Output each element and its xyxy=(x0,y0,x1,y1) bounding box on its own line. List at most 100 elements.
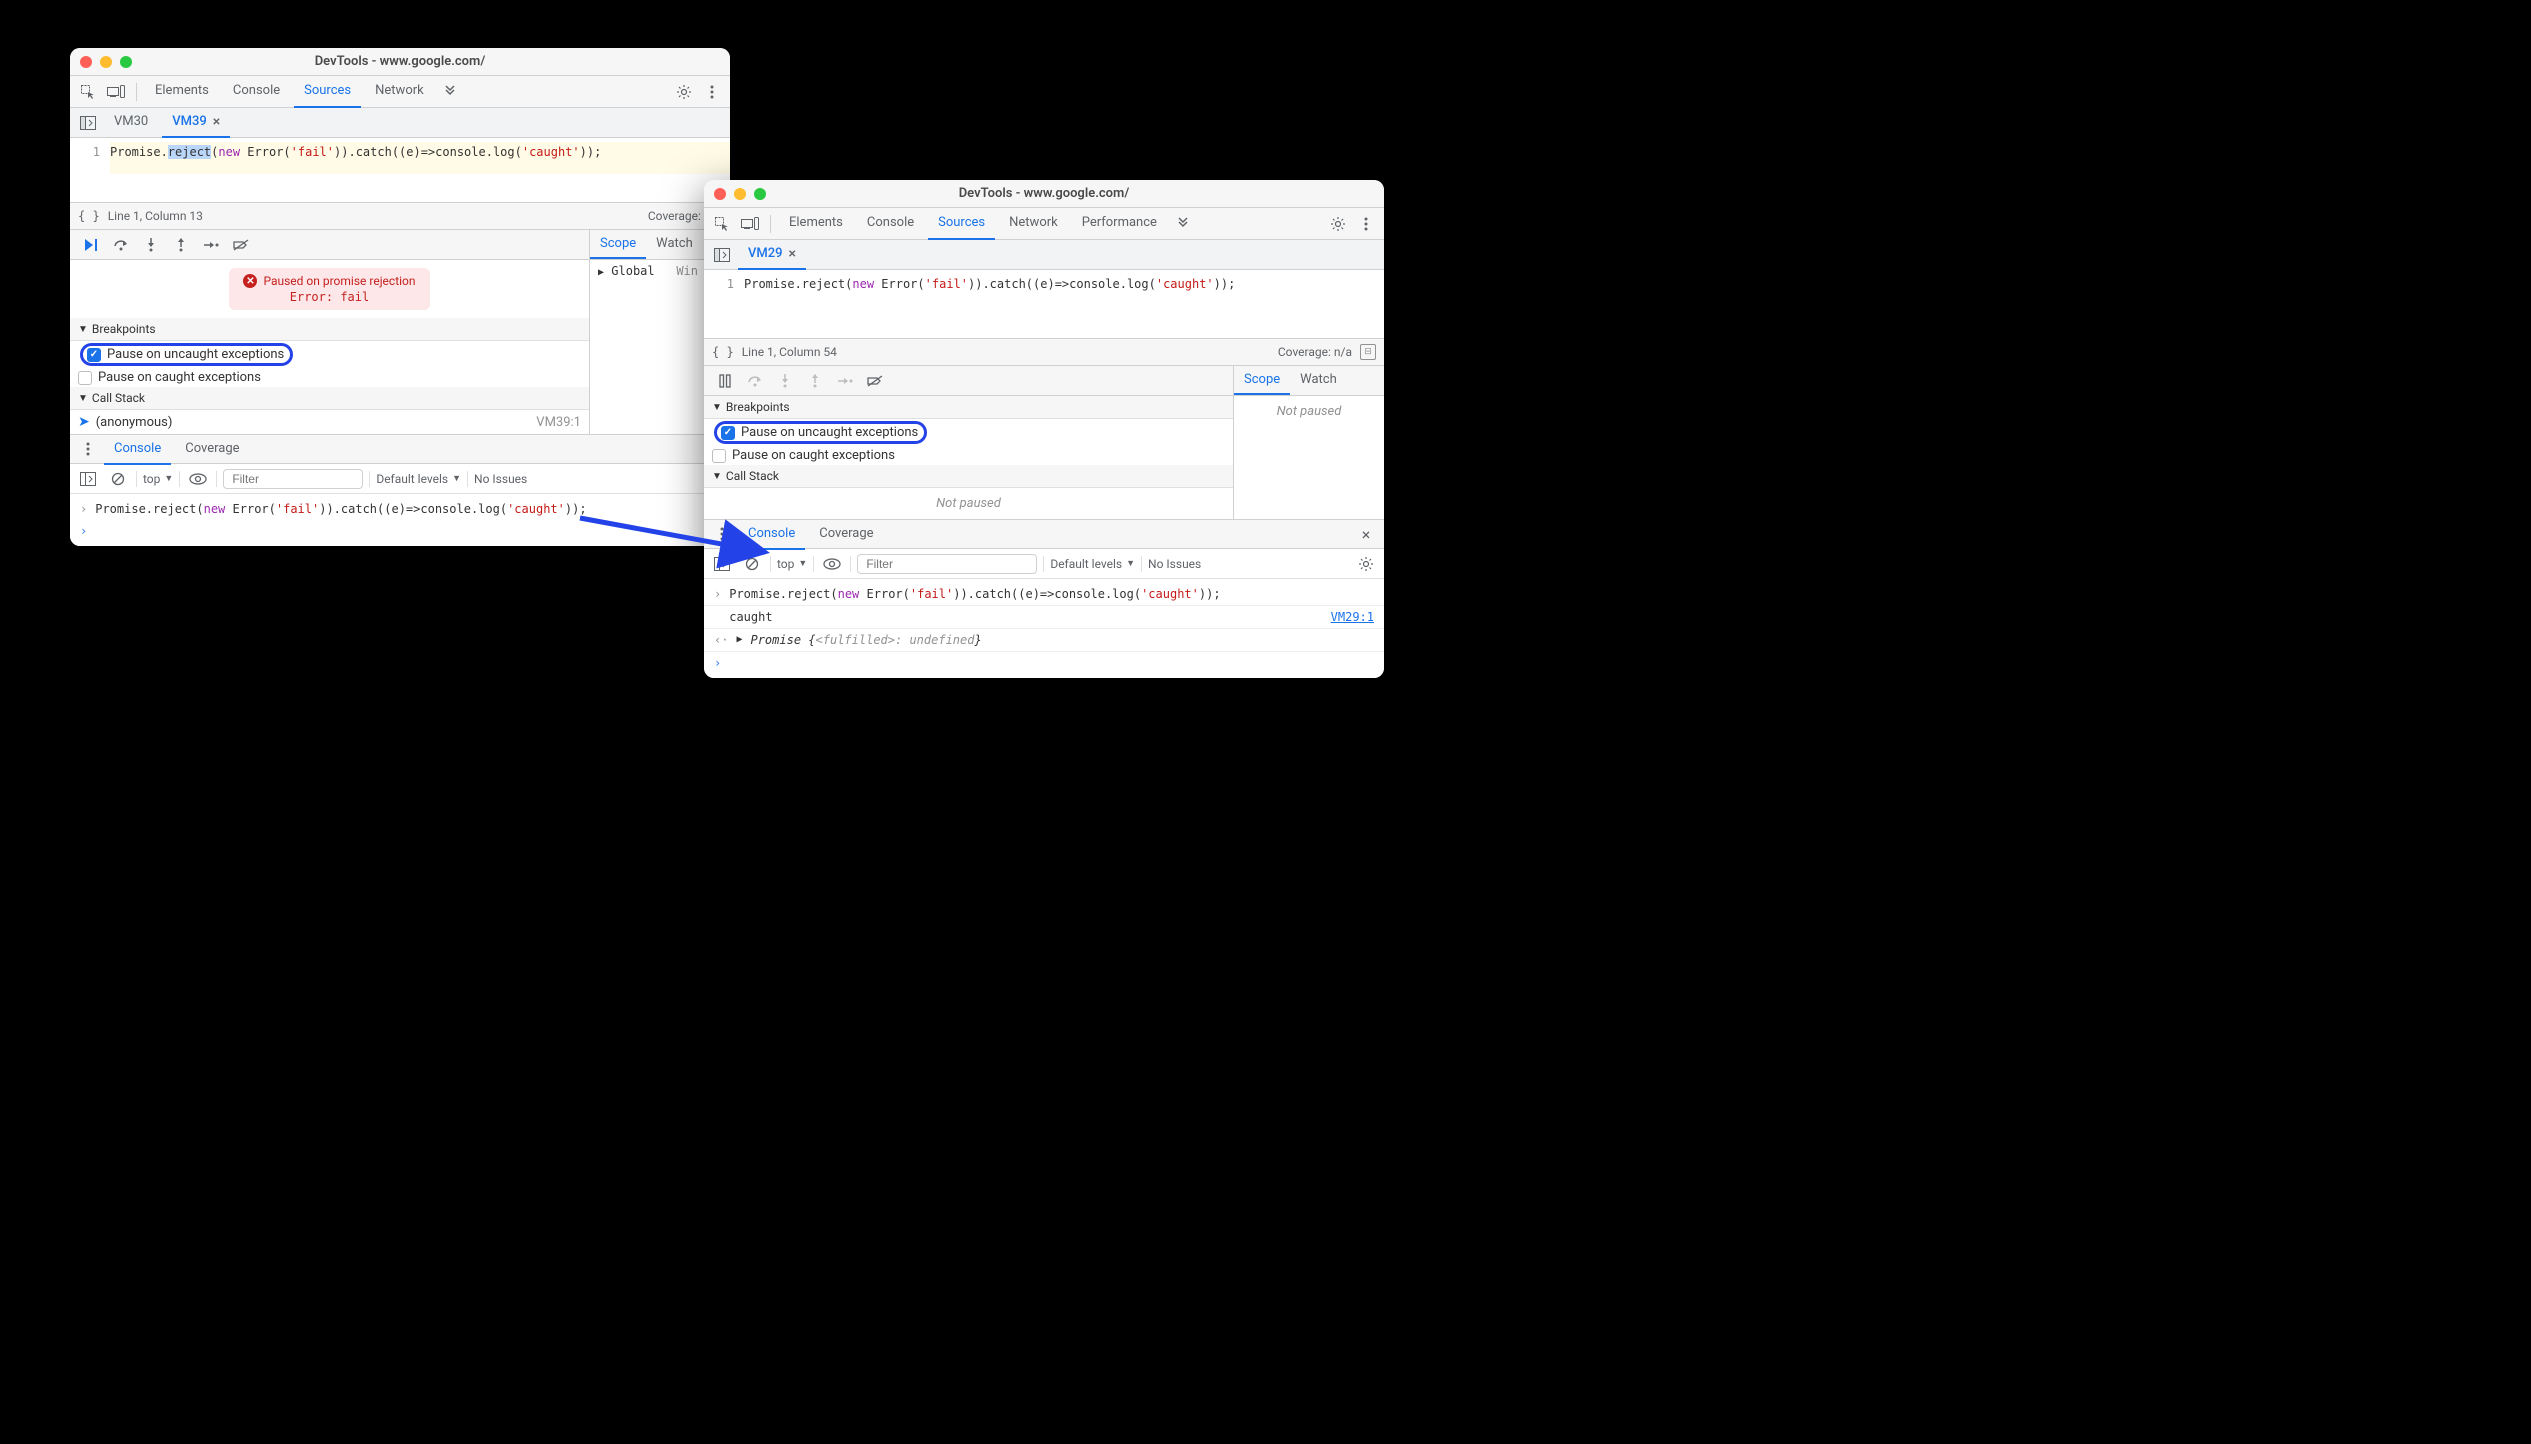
caught-exceptions-checkbox[interactable] xyxy=(712,449,726,463)
deactivate-breakpoints-icon[interactable] xyxy=(862,368,888,394)
issues-status[interactable]: No Issues xyxy=(1148,557,1201,571)
console-body[interactable]: › Promise.reject(new Error('fail')).catc… xyxy=(70,494,730,546)
caught-exceptions-checkbox[interactable] xyxy=(78,371,92,385)
file-tab-vm30[interactable]: VM30 xyxy=(104,108,158,138)
uncaught-exceptions-label: Pause on uncaught exceptions xyxy=(107,347,284,362)
caught-exceptions-label: Pause on caught exceptions xyxy=(98,370,261,385)
console-sidebar-toggle-icon[interactable] xyxy=(710,552,734,576)
callstack-section[interactable]: ▼ Call Stack xyxy=(704,465,1233,488)
debug-toolbar xyxy=(704,366,1233,396)
maximize-window-button[interactable] xyxy=(754,188,766,200)
more-tabs-icon[interactable] xyxy=(1171,212,1195,236)
frame-location[interactable]: VM39:1 xyxy=(536,415,581,430)
console-settings-icon[interactable] xyxy=(1354,552,1378,576)
watch-tab[interactable]: Watch xyxy=(646,230,703,259)
close-window-button[interactable] xyxy=(714,188,726,200)
kebab-menu-icon[interactable] xyxy=(700,80,724,104)
panel-tab-network[interactable]: Network xyxy=(999,208,1068,240)
maximize-window-button[interactable] xyxy=(120,56,132,68)
drawer-tab-console[interactable]: Console xyxy=(104,433,171,465)
navigator-toggle-icon[interactable] xyxy=(710,243,734,267)
console-log-link[interactable]: VM29:1 xyxy=(1331,608,1374,626)
console-input-line: Promise.reject(new Error('fail')).catch(… xyxy=(95,500,720,518)
panel-tab-console[interactable]: Console xyxy=(223,76,290,108)
settings-icon[interactable] xyxy=(1326,212,1350,236)
breakpoints-section[interactable]: ▼ Breakpoints xyxy=(704,396,1233,419)
file-tabs: VM30 VM39 × xyxy=(70,108,730,138)
status-bar: { } Line 1, Column 13 Coverage: n/a xyxy=(70,202,730,230)
log-levels-selector[interactable]: Default levels ▼ xyxy=(376,472,461,486)
console-sidebar-toggle-icon[interactable] xyxy=(76,467,100,491)
inspect-element-icon[interactable] xyxy=(710,212,734,236)
uncaught-exceptions-checkbox[interactable] xyxy=(87,348,101,362)
panel-tab-network[interactable]: Network xyxy=(365,76,434,108)
minimize-window-button[interactable] xyxy=(100,56,112,68)
close-tab-icon[interactable]: × xyxy=(213,114,220,130)
file-tab-label: VM29 xyxy=(748,246,783,261)
settings-icon[interactable] xyxy=(672,80,696,104)
drawer-tab-coverage[interactable]: Coverage xyxy=(809,518,883,550)
clear-console-icon[interactable] xyxy=(740,552,764,576)
device-mode-icon[interactable] xyxy=(104,80,128,104)
console-prompt-icon: › xyxy=(714,654,721,672)
more-tabs-icon[interactable] xyxy=(438,80,462,104)
panel-tab-performance[interactable]: Performance xyxy=(1072,208,1167,240)
watch-tab[interactable]: Watch xyxy=(1290,366,1347,395)
kebab-menu-icon[interactable] xyxy=(1354,212,1378,236)
cursor-position: Line 1, Column 13 xyxy=(108,209,203,223)
scope-tab[interactable]: Scope xyxy=(1234,366,1290,395)
close-window-button[interactable] xyxy=(80,56,92,68)
file-tab-label: VM39 xyxy=(172,114,207,129)
source-map-icon[interactable]: ⊟ xyxy=(1360,344,1376,360)
context-selector[interactable]: top ▼ xyxy=(143,472,173,486)
drawer-tab-coverage[interactable]: Coverage xyxy=(175,433,249,465)
step-over-icon[interactable] xyxy=(108,232,134,258)
callstack-section[interactable]: ▼ Call Stack xyxy=(70,387,589,410)
close-tab-icon[interactable]: × xyxy=(789,246,796,262)
callstack-frame[interactable]: ➤ (anonymous) VM39:1 xyxy=(70,410,589,434)
context-selector[interactable]: top ▼ xyxy=(777,557,807,571)
live-expression-icon[interactable] xyxy=(186,467,210,491)
pretty-print-icon[interactable]: { } xyxy=(78,209,100,223)
file-tab-vm39[interactable]: VM39 × xyxy=(162,108,230,138)
panel-tab-sources[interactable]: Sources xyxy=(928,208,995,240)
kebab-menu-icon[interactable] xyxy=(76,437,100,461)
code-editor[interactable]: 1 Promise.reject(new Error('fail')).catc… xyxy=(704,270,1384,310)
navigator-toggle-icon[interactable] xyxy=(76,111,100,135)
log-levels-selector[interactable]: Default levels ▼ xyxy=(1050,557,1135,571)
filter-input[interactable] xyxy=(223,469,363,489)
panel-tab-elements[interactable]: Elements xyxy=(145,76,219,108)
step-icon[interactable] xyxy=(198,232,224,258)
device-mode-icon[interactable] xyxy=(738,212,762,236)
clear-console-icon[interactable] xyxy=(106,467,130,491)
step-out-icon[interactable] xyxy=(168,232,194,258)
drawer-tab-console[interactable]: Console xyxy=(738,518,805,550)
inspect-element-icon[interactable] xyxy=(76,80,100,104)
filter-input[interactable] xyxy=(857,554,1037,574)
window-title: DevTools - www.google.com/ xyxy=(704,186,1384,201)
uncaught-exceptions-checkbox[interactable] xyxy=(721,426,735,440)
file-tab-vm29[interactable]: VM29 × xyxy=(738,240,806,270)
close-drawer-icon[interactable]: × xyxy=(1354,522,1378,546)
live-expression-icon[interactable] xyxy=(820,552,844,576)
step-into-icon[interactable] xyxy=(138,232,164,258)
pretty-print-icon[interactable]: { } xyxy=(712,345,734,359)
breakpoints-section[interactable]: ▼ Breakpoints xyxy=(70,318,589,341)
code-line[interactable]: Promise.reject(new Error('fail')).catch(… xyxy=(110,142,730,174)
status-bar: { } Line 1, Column 54 Coverage: n/a ⊟ xyxy=(704,338,1384,366)
pause-icon[interactable] xyxy=(712,368,738,394)
step-out-icon xyxy=(802,368,828,394)
issues-status[interactable]: No Issues xyxy=(474,472,527,486)
titlebar: DevTools - www.google.com/ xyxy=(704,180,1384,208)
scope-tab[interactable]: Scope xyxy=(590,230,646,259)
panel-tab-elements[interactable]: Elements xyxy=(779,208,853,240)
code-editor[interactable]: 1 Promise.reject(new Error('fail')).catc… xyxy=(70,138,730,178)
kebab-menu-icon[interactable] xyxy=(710,522,734,546)
deactivate-breakpoints-icon[interactable] xyxy=(228,232,254,258)
code-line[interactable]: Promise.reject(new Error('fail')).catch(… xyxy=(744,274,1384,306)
panel-tab-console[interactable]: Console xyxy=(857,208,924,240)
panel-tab-sources[interactable]: Sources xyxy=(294,76,361,108)
console-body[interactable]: › Promise.reject(new Error('fail')).catc… xyxy=(704,579,1384,678)
resume-icon[interactable] xyxy=(78,232,104,258)
minimize-window-button[interactable] xyxy=(734,188,746,200)
